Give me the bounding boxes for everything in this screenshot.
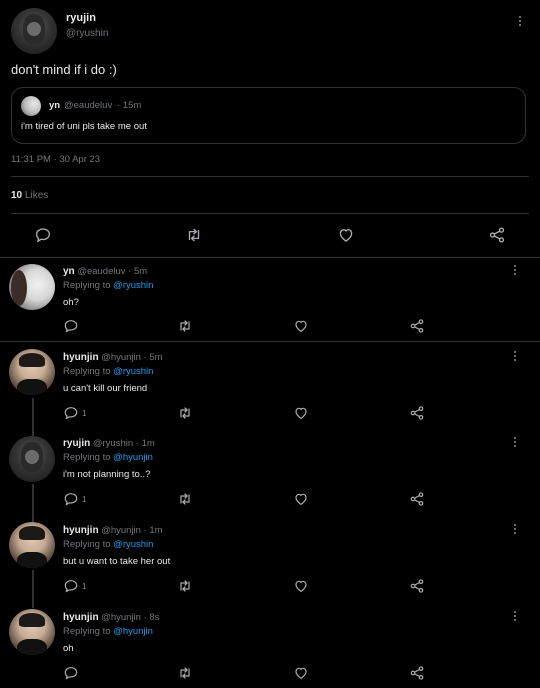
- heart-icon[interactable]: [293, 578, 309, 594]
- retweet-icon[interactable]: [177, 318, 193, 334]
- more-vertical-icon[interactable]: [513, 265, 517, 279]
- reply-icon[interactable]: [34, 226, 52, 244]
- more-vertical-icon[interactable]: [513, 351, 517, 365]
- avatar[interactable]: [9, 436, 55, 482]
- timestamp: · 1m: [143, 525, 163, 536]
- quoted-time: · 15m: [117, 100, 142, 111]
- more-vertical-icon[interactable]: [513, 437, 517, 451]
- reply-icon[interactable]: [63, 318, 79, 334]
- reply-count: 1: [82, 495, 87, 504]
- heart-icon[interactable]: [337, 226, 355, 244]
- handle[interactable]: @ryushin: [66, 28, 108, 39]
- share-icon[interactable]: [409, 578, 425, 594]
- more-vertical-icon[interactable]: [513, 524, 517, 538]
- replying-to-label: Replying to: [63, 366, 111, 377]
- quoted-text: i'm tired of uni pls take me out: [21, 121, 147, 132]
- retweet-icon[interactable]: [177, 405, 193, 421]
- replying-to-label: Replying to: [63, 539, 111, 550]
- avatar[interactable]: [11, 8, 57, 54]
- share-icon[interactable]: [409, 318, 425, 334]
- handle[interactable]: @hyunjin: [101, 612, 141, 623]
- replying-to-label: Replying to: [63, 280, 111, 291]
- heart-icon[interactable]: [293, 491, 309, 507]
- retweet-icon[interactable]: [185, 226, 203, 244]
- display-name[interactable]: ryujin: [66, 12, 96, 24]
- more-vertical-icon[interactable]: [513, 611, 517, 625]
- replying-to-label: Replying to: [63, 626, 111, 637]
- quoted-display-name: yn: [49, 100, 61, 111]
- share-icon[interactable]: [409, 491, 425, 507]
- reply-text: oh?: [63, 297, 79, 308]
- display-name[interactable]: ryujin: [63, 438, 90, 449]
- quoted-handle: @eaudeluv: [64, 100, 113, 111]
- display-name[interactable]: yn: [63, 266, 75, 277]
- tweet-text: don't mind if i do :): [11, 62, 117, 77]
- thread-line: [32, 398, 34, 436]
- likes-label: Likes: [24, 190, 49, 201]
- display-name[interactable]: hyunjin: [63, 612, 99, 623]
- replying-to-link[interactable]: @hyunjin: [113, 452, 153, 463]
- avatar: [21, 96, 41, 116]
- handle[interactable]: @ryushin: [93, 438, 133, 449]
- share-icon[interactable]: [409, 665, 425, 681]
- avatar[interactable]: [9, 522, 55, 568]
- retweet-icon[interactable]: [177, 578, 193, 594]
- replying-to-link[interactable]: @ryushin: [113, 280, 153, 291]
- thread-line: [32, 484, 34, 522]
- quoted-tweet[interactable]: yn @eaudeluv · 15m i'm tired of uni pls …: [11, 87, 526, 144]
- reply-icon[interactable]: [63, 405, 79, 421]
- handle[interactable]: @eaudeluv: [77, 266, 125, 277]
- replying-to-label: Replying to: [63, 452, 111, 463]
- timestamp: · 5m: [143, 352, 163, 363]
- reply-icon[interactable]: [63, 578, 79, 594]
- timestamp: · 1m: [135, 438, 155, 449]
- handle[interactable]: @hyunjin: [101, 525, 141, 536]
- tweet-timestamp: 11:31 PM · 30 Apr 23: [11, 154, 101, 165]
- reply-text: u can't kill our friend: [63, 383, 148, 394]
- reply-text: i'm not planning to..?: [63, 469, 151, 480]
- handle[interactable]: @hyunjin: [101, 352, 141, 363]
- reply-icon[interactable]: [63, 491, 79, 507]
- display-name[interactable]: hyunjin: [63, 525, 99, 536]
- timestamp: · 8s: [143, 612, 160, 623]
- share-icon[interactable]: [488, 226, 506, 244]
- more-vertical-icon[interactable]: [518, 16, 522, 30]
- reply-count: 1: [82, 409, 87, 418]
- likes-stat[interactable]: 10 Likes: [11, 190, 48, 201]
- share-icon[interactable]: [409, 405, 425, 421]
- replying-to-link[interactable]: @hyunjin: [113, 626, 153, 637]
- avatar[interactable]: [9, 349, 55, 395]
- heart-icon[interactable]: [293, 318, 309, 334]
- retweet-icon[interactable]: [177, 491, 193, 507]
- avatar[interactable]: [9, 264, 55, 310]
- retweet-icon[interactable]: [177, 665, 193, 681]
- reply-icon[interactable]: [63, 665, 79, 681]
- reply-text: but u want to take her out: [63, 556, 171, 567]
- heart-icon[interactable]: [293, 405, 309, 421]
- avatar[interactable]: [9, 609, 55, 655]
- replying-to-link[interactable]: @ryushin: [113, 366, 153, 377]
- thread-line: [32, 570, 34, 608]
- reply-count: 1: [82, 582, 87, 591]
- display-name[interactable]: hyunjin: [63, 352, 99, 363]
- replying-to-link[interactable]: @ryushin: [113, 539, 153, 550]
- heart-icon[interactable]: [293, 665, 309, 681]
- reply-text: oh: [63, 643, 74, 654]
- likes-count: 10: [11, 190, 23, 201]
- timestamp: · 5m: [128, 266, 148, 277]
